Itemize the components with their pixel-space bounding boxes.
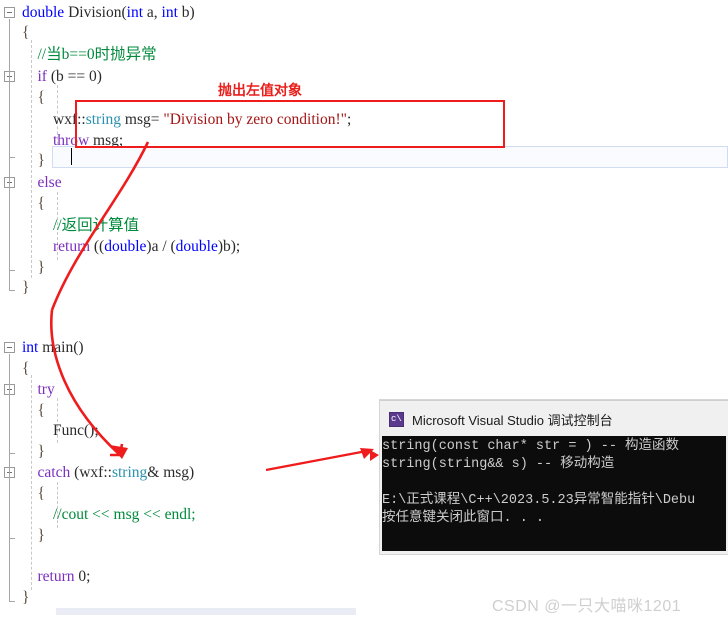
code-token: string [85, 111, 122, 128]
console-titlebar[interactable]: Microsoft Visual Studio 调试控制台 [380, 400, 728, 437]
code-token: { [22, 89, 45, 106]
code-line[interactable]: { [0, 194, 728, 214]
code-token: string [111, 464, 148, 481]
code-line[interactable]: return 0; [0, 567, 728, 587]
current-line-highlight [52, 146, 728, 168]
code-token: } [22, 527, 45, 544]
code-token: 0; [74, 568, 91, 585]
code-token: } [22, 259, 45, 276]
console-output-line: 按任意键关闭此窗口. . . [382, 511, 545, 526]
code-line[interactable]: else [0, 173, 728, 193]
horizontal-scrollbar-thumb[interactable] [56, 608, 356, 615]
code-token: a, [143, 4, 162, 21]
code-token: main() [38, 339, 84, 356]
code-token: catch [37, 464, 71, 481]
code-token: double [22, 4, 65, 21]
console-output-line: string(string&& s) -- 移动构造 [382, 457, 615, 472]
code-token: return [37, 568, 75, 585]
code-token: Func(); [22, 422, 99, 439]
console-title: Microsoft Visual Studio 调试控制台 [412, 412, 613, 428]
code-token: "Division by zero condition!" [163, 111, 347, 128]
code-line[interactable]: //当b==0时抛异常 [0, 45, 728, 65]
code-token: //返回计算值 [22, 217, 140, 234]
code-line[interactable]: int main() [0, 338, 728, 358]
code-line[interactable]: { [0, 359, 728, 379]
code-token: } [22, 152, 45, 169]
code-token: wxf:: [22, 111, 86, 128]
code-token: (wxf:: [70, 464, 112, 481]
code-token: if [37, 68, 47, 85]
code-line[interactable]: return ((double)a / (double)b); [0, 237, 728, 257]
code-token: //当b==0时抛异常 [22, 46, 157, 63]
code-token: try [37, 381, 55, 398]
code-token: int [126, 4, 144, 21]
console-output-line: E:\正式课程\C++\2023.5.23异常智能指针\Debu [382, 493, 696, 508]
code-token: (b == 0) [46, 68, 102, 85]
code-token: double [104, 238, 147, 255]
code-line[interactable]: } [0, 278, 728, 298]
code-token: b) [177, 4, 195, 21]
debug-console-window[interactable]: Microsoft Visual Studio 调试控制台 string(con… [380, 400, 728, 554]
code-line[interactable]: double Division(int a, int b) [0, 3, 728, 23]
code-line[interactable]: { [0, 88, 728, 108]
code-token: double [175, 238, 218, 255]
code-token: { [22, 360, 30, 377]
cmd-icon [389, 411, 404, 427]
code-token: } [22, 589, 30, 606]
code-token: } [22, 279, 30, 296]
code-token: int [161, 4, 178, 21]
code-line[interactable]: try [0, 380, 728, 400]
code-token: return [53, 238, 91, 255]
code-line[interactable]: { [0, 23, 728, 43]
code-token: )a / ( [146, 238, 176, 255]
console-output-line: string(const char* str = ) -- 构造函数 [382, 439, 680, 454]
csdn-watermark: CSDN @一只大喵咪1201 [492, 598, 682, 615]
code-token: ; [346, 111, 352, 128]
code-token: { [22, 24, 30, 41]
code-line[interactable]: } [0, 258, 728, 278]
code-token: )b); [217, 238, 241, 255]
code-token: msg= [121, 111, 164, 128]
code-token: { [22, 195, 45, 212]
code-token: & msg) [147, 464, 195, 481]
code-token: Division [64, 4, 122, 21]
code-token: //cout << msg << endl; [22, 506, 196, 523]
code-token: (( [90, 238, 105, 255]
code-token: } [22, 443, 45, 460]
code-token: { [22, 402, 45, 419]
code-line[interactable]: //返回计算值 [0, 216, 728, 236]
text-caret [71, 148, 72, 165]
code-line[interactable]: wxf::string msg= "Division by zero condi… [0, 110, 728, 130]
console-output-area[interactable]: string(const char* str = ) -- 构造函数 string… [382, 436, 726, 551]
annotation-throw-lvalue-label: 抛出左值对象 [218, 84, 302, 99]
code-token: else [37, 174, 62, 191]
code-token: int [22, 339, 39, 356]
code-line[interactable]: if (b == 0) [0, 67, 728, 87]
code-token: { [22, 485, 45, 502]
